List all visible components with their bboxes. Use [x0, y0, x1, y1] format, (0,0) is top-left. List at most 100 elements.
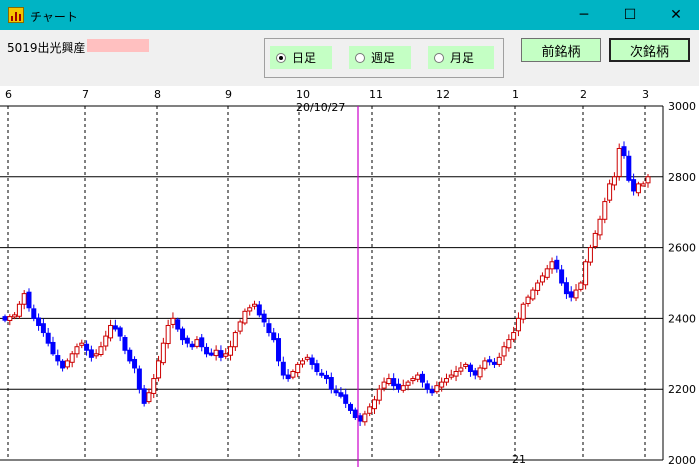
y-tick-label: 2000 — [668, 454, 696, 467]
candle-body — [343, 394, 349, 404]
x-tick-label: 7 — [82, 88, 89, 101]
candle-body — [448, 374, 454, 378]
candle-body — [554, 259, 560, 270]
candle-body — [60, 360, 66, 369]
maximize-button[interactable]: ☐ — [607, 0, 653, 30]
candle-body — [635, 183, 641, 194]
candle-body — [36, 317, 42, 326]
candle-body — [487, 359, 493, 363]
title-bar[interactable]: チャート ─ ☐ ✕ — [0, 0, 699, 30]
radio-monthly[interactable]: 月足 — [428, 46, 494, 69]
radio-weekly[interactable]: 週足 — [349, 46, 411, 69]
candle-body — [424, 383, 430, 390]
candle-body — [376, 388, 382, 401]
candle-body — [117, 327, 123, 337]
candle-body — [568, 291, 574, 298]
candle-body — [93, 353, 99, 357]
candle-body — [371, 399, 377, 410]
minimize-button[interactable]: ─ — [561, 0, 607, 30]
candle-body — [544, 268, 550, 278]
candle-body — [103, 335, 109, 347]
candle-body — [309, 357, 315, 365]
radio-daily[interactable]: 日足 — [270, 46, 332, 69]
candle-body — [247, 307, 253, 312]
candle-body — [189, 343, 195, 348]
candle-body — [21, 293, 27, 305]
candle-body — [31, 308, 37, 319]
candle-body — [69, 353, 75, 363]
candle-body — [578, 282, 584, 290]
close-button[interactable]: ✕ — [653, 0, 699, 30]
x-tick-label: 2 — [580, 88, 587, 101]
candle-body — [64, 360, 70, 368]
candle-body — [132, 358, 138, 369]
chart-area[interactable]: 3000 2800 2600 2400 2200 2000 6 7 8 9 10 11 12 1 2 3 20/… — [0, 86, 699, 467]
candle-body — [506, 339, 512, 349]
candle-body — [467, 364, 473, 372]
x-tick-label: 8 — [154, 88, 161, 101]
candle-body — [242, 310, 248, 324]
y-tick-label: 2800 — [668, 171, 696, 184]
candle-body — [501, 346, 507, 357]
window-title: チャート — [30, 10, 78, 24]
candle-body — [611, 176, 617, 186]
candle-body — [352, 409, 358, 419]
candle-body — [45, 332, 51, 344]
candle-body — [645, 176, 651, 184]
candle-body — [324, 374, 329, 380]
candle-body — [592, 232, 598, 248]
y-tick-label: 2200 — [668, 383, 696, 396]
candle-body — [400, 385, 406, 391]
candle-body — [218, 350, 224, 358]
candle-body — [122, 337, 128, 351]
next-stock-button[interactable]: 次銘柄 — [609, 38, 690, 62]
candle-body — [156, 360, 162, 379]
candle-body — [477, 367, 483, 378]
radio-weekly-dot — [355, 52, 365, 63]
x-tick-label: 9 — [225, 88, 232, 101]
candle-body — [170, 317, 176, 325]
stock-highlight — [87, 39, 149, 52]
candle-body — [640, 183, 646, 187]
candle-body — [626, 155, 632, 181]
candle-body — [165, 324, 171, 345]
candle-body — [280, 361, 286, 376]
candle-body — [304, 356, 310, 360]
candle-body — [395, 383, 401, 390]
chart-app-icon — [8, 7, 24, 23]
candle-body — [491, 361, 497, 365]
candle-body — [237, 321, 243, 332]
candle-body — [338, 392, 344, 397]
radio-daily-label: 日足 — [292, 51, 317, 65]
x-tick-label: 12 — [436, 88, 450, 101]
candle-body — [525, 296, 531, 305]
candle-body — [419, 373, 425, 383]
candle-body — [112, 325, 118, 330]
candle-body — [429, 389, 435, 394]
radio-weekly-label: 週足 — [371, 51, 396, 65]
candle-body — [631, 179, 637, 192]
candlestick-chart[interactable]: 3000280026002400220020006 7 8 9 10 11 12 1 2 320/… — [0, 86, 699, 467]
candle-body — [357, 415, 363, 422]
candle-body — [295, 363, 301, 374]
candle-body — [367, 406, 373, 414]
candle-body — [175, 319, 181, 330]
candle-body — [602, 201, 608, 220]
candle-body — [434, 385, 440, 393]
candle-body — [511, 332, 517, 340]
prev-stock-button[interactable]: 前銘柄 — [521, 38, 601, 62]
y-tick-label: 3000 — [668, 100, 696, 113]
radio-monthly-dot — [434, 52, 444, 63]
candle-body — [472, 370, 478, 376]
candle-body — [573, 289, 579, 299]
candle-body — [127, 349, 133, 362]
candle-body — [549, 261, 555, 270]
candle-body — [223, 353, 229, 357]
candle-body — [439, 381, 445, 388]
candle-body — [7, 316, 13, 322]
candle-body — [482, 360, 488, 369]
candle-body — [583, 261, 589, 286]
candle-body — [74, 346, 80, 355]
candle-body — [530, 289, 536, 300]
candle-body — [559, 269, 565, 284]
